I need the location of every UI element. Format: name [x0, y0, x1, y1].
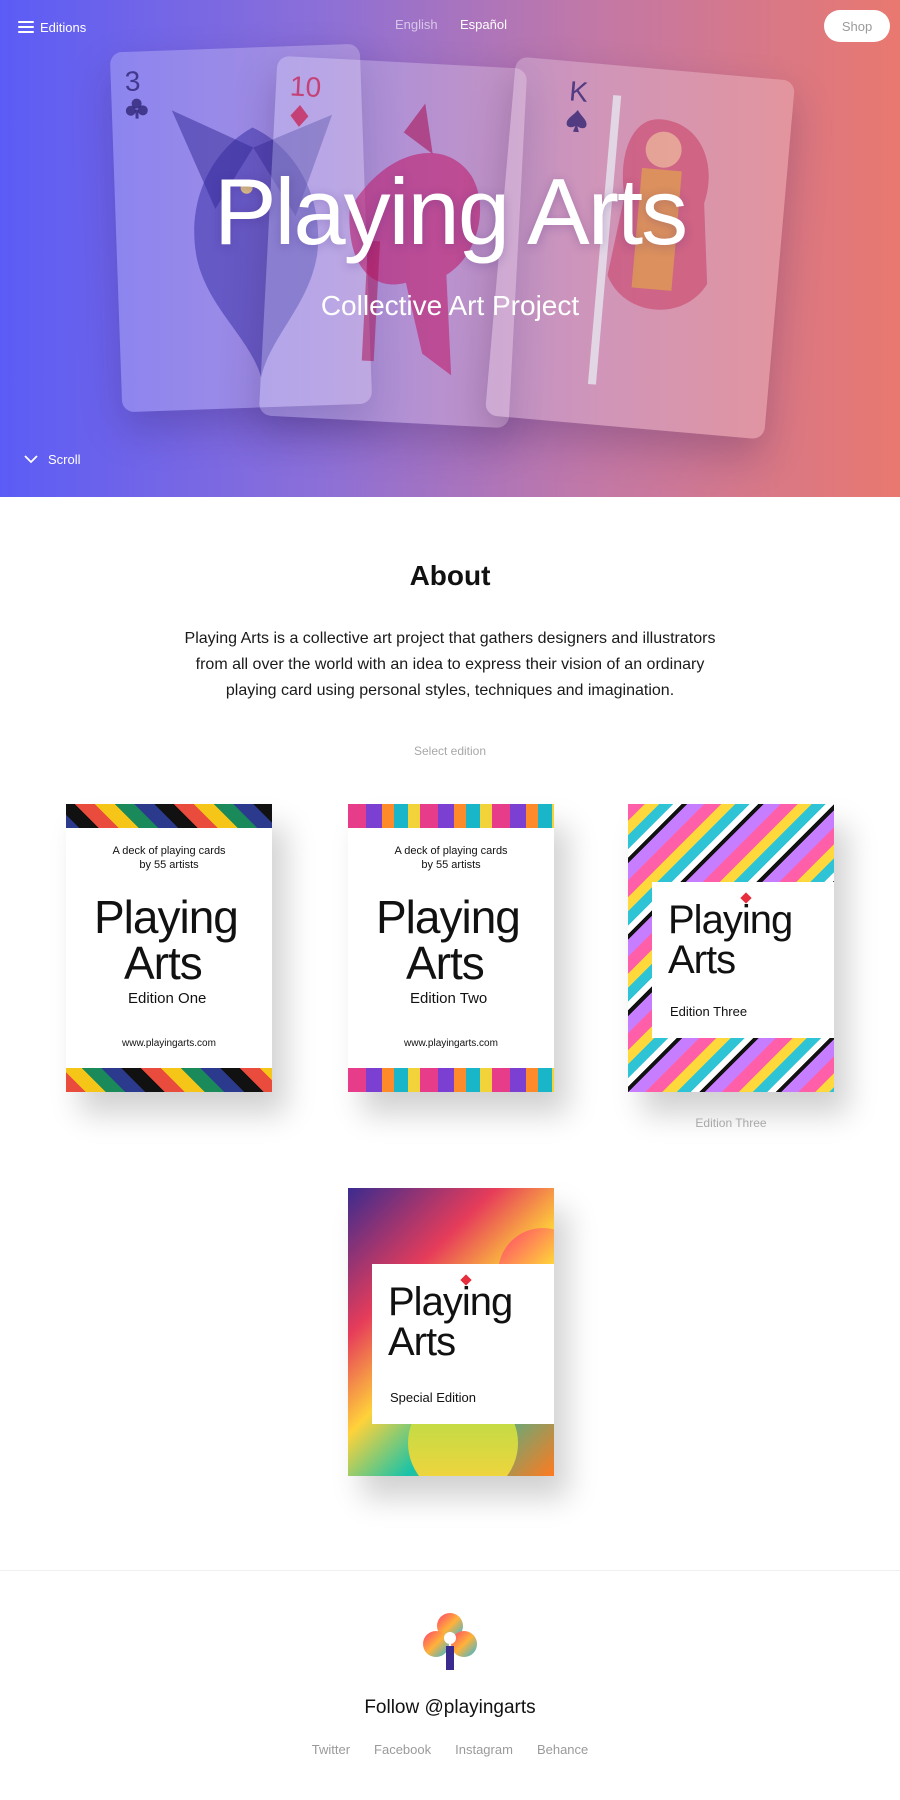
scroll-button[interactable]: Scroll	[24, 452, 81, 467]
deck-tagline-1: A deck of playing cards	[394, 845, 508, 857]
hero-title: Playing Arts	[213, 159, 688, 264]
deck-label: Playing Arts Special Edition	[372, 1264, 554, 1424]
scroll-label: Scroll	[48, 452, 81, 467]
deck-title-word-2: Arts	[124, 937, 203, 989]
deck-url: www.playingarts.com	[404, 1038, 498, 1049]
deck-label: A deck of playing cards by 55 artists Pl…	[66, 828, 272, 1068]
deck-title-word-2: Arts	[388, 1320, 456, 1364]
language-spanish-link[interactable]: Español	[460, 17, 507, 32]
deck-title-word-1: Playing	[388, 1280, 513, 1324]
about-heading: About	[409, 560, 491, 591]
language-english-link[interactable]: English	[395, 17, 438, 32]
facebook-link[interactable]: Facebook	[374, 1742, 431, 1757]
behance-link[interactable]: Behance	[537, 1742, 588, 1757]
hero-banner: 3 10 K Editions English Español Shop Pla…	[0, 0, 900, 497]
editions-label: Editions	[40, 19, 87, 35]
social-links: Twitter Facebook Instagram Behance	[0, 1742, 900, 1757]
hamburger-icon	[18, 21, 34, 33]
deck-edition-name: Edition Two	[410, 990, 488, 1007]
deck-title-word-1: Playing	[376, 891, 521, 943]
chevron-down-icon	[24, 455, 38, 464]
deck-title-word-1: Playing	[668, 898, 793, 942]
deck-label: A deck of playing cards by 55 artists Pl…	[348, 828, 554, 1068]
deck-edition-name: Edition Three	[670, 1004, 748, 1019]
card-rank: 3	[124, 65, 141, 97]
deck-edition-three-caption: Edition Three	[695, 1116, 767, 1130]
deck-label: Playing Arts Edition Three	[652, 882, 834, 1038]
deck-title-word-2: Arts	[668, 938, 736, 982]
shop-button[interactable]: Shop	[824, 10, 890, 42]
playing-arts-club-logo-icon	[423, 1613, 477, 1670]
deck-edition-one[interactable]: A deck of playing cards by 55 artists Pl…	[66, 804, 272, 1092]
diamonds-suit-icon	[290, 104, 309, 127]
deck-edition-two[interactable]: A deck of playing cards by 55 artists Pl…	[348, 804, 554, 1092]
deck-edition-three[interactable]: Playing Arts Edition Three	[628, 804, 834, 1092]
twitter-link[interactable]: Twitter	[312, 1742, 350, 1757]
deck-title-word-2: Arts	[406, 937, 485, 989]
about-description: Playing Arts is a collective art project…	[184, 630, 716, 699]
deck-url: www.playingarts.com	[122, 1038, 216, 1049]
deck-title-word-1: Playing	[94, 891, 239, 943]
deck-tagline-1: A deck of playing cards	[112, 845, 226, 857]
clubs-suit-icon	[125, 98, 148, 119]
deck-edition-name: Edition One	[128, 990, 207, 1007]
hero-subtitle: Collective Art Project	[320, 290, 580, 321]
footer-divider	[0, 1570, 900, 1571]
deck-tagline-2: by 55 artists	[421, 859, 481, 871]
top-navigation: Editions English Español Shop	[0, 0, 900, 54]
deck-tagline-2: by 55 artists	[139, 859, 199, 871]
instagram-link[interactable]: Instagram	[455, 1742, 513, 1757]
deck-special-edition[interactable]: Playing Arts Special Edition	[348, 1188, 554, 1476]
deck-edition-name: Special Edition	[390, 1390, 476, 1405]
editions-menu-button[interactable]: Editions	[18, 15, 86, 39]
select-edition-label: Select edition	[413, 744, 487, 758]
follow-heading: Follow @playingarts	[364, 1697, 536, 1718]
